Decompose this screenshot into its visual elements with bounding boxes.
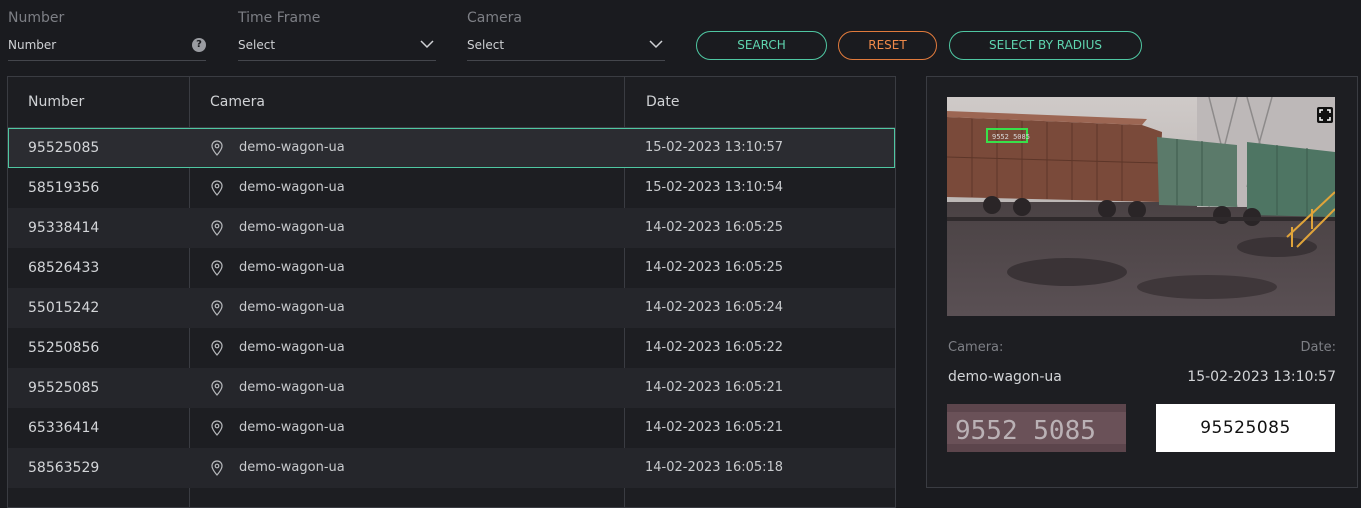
svg-text:9552 5085: 9552 5085 <box>992 133 1030 141</box>
location-pin-icon <box>211 140 223 160</box>
location-pin-icon <box>211 180 223 200</box>
row-number: 65336414 <box>28 420 100 436</box>
table-row[interactable]: 58563529 demo-wagon-ua 14-02-2023 16:05:18 <box>8 448 895 488</box>
row-number: 55015242 <box>28 300 100 316</box>
row-camera: demo-wagon-ua <box>239 420 345 435</box>
select-by-radius-button[interactable]: SELECT BY RADIUS <box>949 31 1142 60</box>
row-number: 95525085 <box>28 380 100 396</box>
row-date: 15-02-2023 13:10:54 <box>645 180 784 195</box>
date-value: 15-02-2023 13:10:57 <box>1187 369 1336 385</box>
location-pin-icon <box>211 260 223 280</box>
row-date: 14-02-2023 16:05:24 <box>645 300 784 315</box>
table-row[interactable]: 55250856 demo-wagon-ua 14-02-2023 16:05:22 <box>8 328 895 368</box>
time-frame-value: Select <box>238 38 276 52</box>
row-date: 14-02-2023 16:05:25 <box>645 220 784 235</box>
chevron-down-icon <box>420 40 434 49</box>
header-camera[interactable]: Camera <box>210 77 265 127</box>
row-camera: demo-wagon-ua <box>239 140 345 155</box>
row-date: 14-02-2023 16:05:21 <box>645 420 784 435</box>
detail-panel: 9552 5085 Camera: Date: demo-wagon-ua 15… <box>926 76 1358 488</box>
row-camera: demo-wagon-ua <box>239 300 345 315</box>
number-input[interactable] <box>8 30 178 60</box>
row-number: 95338414 <box>28 220 100 236</box>
row-date: 14-02-2023 16:05:18 <box>645 460 784 475</box>
crop-plate-text: 9552 5085 <box>955 416 1096 446</box>
location-pin-icon <box>211 300 223 320</box>
row-number: 68526433 <box>28 260 100 276</box>
row-camera: demo-wagon-ua <box>239 260 345 275</box>
camera-label: Camera: <box>948 340 1004 355</box>
row-number: 58519356 <box>28 180 100 196</box>
camera-filter-label: Camera <box>467 10 522 26</box>
search-button[interactable]: SEARCH <box>696 31 827 60</box>
table-row[interactable]: 65336414 demo-wagon-ua 14-02-2023 16:05:21 <box>8 408 895 448</box>
row-number: 95525085 <box>28 140 100 156</box>
number-filter-label: Number <box>8 10 65 26</box>
plate-crop-image: 9552 5085 <box>947 404 1126 452</box>
number-field-wrapper: ? <box>8 30 206 61</box>
table-row[interactable]: 58519356 demo-wagon-ua 15-02-2023 13:10:54 <box>8 168 895 208</box>
row-date: 14-02-2023 16:05:22 <box>645 340 784 355</box>
time-frame-select[interactable]: Select <box>238 30 436 61</box>
row-number: 55250856 <box>28 340 100 356</box>
time-frame-label: Time Frame <box>238 10 321 26</box>
location-pin-icon <box>211 220 223 240</box>
location-pin-icon <box>211 420 223 440</box>
camera-value: demo-wagon-ua <box>948 369 1062 385</box>
help-icon[interactable]: ? <box>192 38 206 52</box>
row-camera: demo-wagon-ua <box>239 460 345 475</box>
wagon-photo-image: 9552 5085 <box>947 97 1335 316</box>
table-row[interactable]: 55015242 demo-wagon-ua 14-02-2023 16:05:24 <box>8 288 895 328</box>
chevron-down-icon <box>649 40 663 49</box>
row-camera: demo-wagon-ua <box>239 380 345 395</box>
row-date: 15-02-2023 13:10:57 <box>645 140 784 155</box>
header-date[interactable]: Date <box>646 77 679 127</box>
table-row[interactable]: 95525085 demo-wagon-ua 14-02-2023 16:05:21 <box>8 368 895 408</box>
reset-button[interactable]: RESET <box>838 31 937 60</box>
results-table: Number Camera Date 95525085 demo-wagon-ua… <box>7 76 896 508</box>
row-camera: demo-wagon-ua <box>239 180 345 195</box>
recognized-plate-number: 95525085 <box>1156 404 1335 452</box>
table-row[interactable]: 95525085 demo-wagon-ua 15-02-2023 13:10:57 <box>8 128 895 168</box>
date-label: Date: <box>1300 340 1336 355</box>
row-camera: demo-wagon-ua <box>239 220 345 235</box>
table-row[interactable]: 95338414 demo-wagon-ua 14-02-2023 16:05:25 <box>8 208 895 248</box>
camera-select-value: Select <box>467 38 505 52</box>
location-pin-icon <box>211 460 223 480</box>
header-number[interactable]: Number <box>28 77 84 127</box>
row-camera: demo-wagon-ua <box>239 340 345 355</box>
row-date: 14-02-2023 16:05:25 <box>645 260 784 275</box>
camera-select[interactable]: Select <box>467 30 665 61</box>
location-pin-icon <box>211 340 223 360</box>
location-pin-icon <box>211 380 223 400</box>
table-header: Number Camera Date <box>8 77 895 128</box>
expand-icon[interactable] <box>1317 107 1333 123</box>
table-row[interactable]: 68526433 demo-wagon-ua 14-02-2023 16:05:25 <box>8 248 895 288</box>
row-number: 58563529 <box>28 460 100 476</box>
row-date: 14-02-2023 16:05:21 <box>645 380 784 395</box>
wagon-photo[interactable]: 9552 5085 <box>947 97 1335 316</box>
